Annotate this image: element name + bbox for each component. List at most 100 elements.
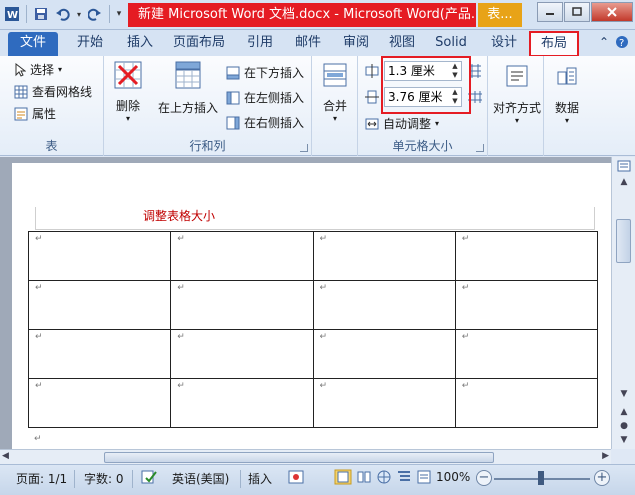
table-cell[interactable]: ↵ [312,280,456,330]
table-cell[interactable]: ↵ [27,280,172,330]
page-count[interactable]: 页面: 1/1 [16,470,67,487]
table-cell[interactable]: ↵ [454,329,599,379]
properties-button[interactable]: 属性 [14,105,56,122]
rows-columns-launcher-icon[interactable] [300,144,308,152]
table-row: ↵ ↵ ↵ ↵ [27,280,599,330]
table-row: ↵ ↵ ↵ ↵ [27,231,599,281]
tab-row-icons: ⌃ ? [599,35,629,52]
data-dropdown-icon: ▾ [564,116,569,125]
horizontal-scrollbar[interactable]: ◀ ▶ [0,449,611,464]
undo-icon[interactable] [53,4,73,24]
merge-dropdown-icon: ▾ [332,114,337,123]
data-button[interactable]: 数据 ▾ [546,64,588,125]
macro-record-icon[interactable] [288,469,304,488]
cell-size-launcher-icon[interactable] [476,144,484,152]
insert-right-icon [226,116,240,129]
table-cell[interactable]: ↵ [27,231,172,281]
svg-text:?: ? [619,38,624,49]
tab-view[interactable]: 视图 [380,32,424,56]
scroll-up-arrow-icon[interactable]: ▲ [616,177,632,191]
highlight-frame [381,56,471,114]
table-cell[interactable]: ↵ [170,231,314,281]
column-width-icon [365,90,379,104]
tab-mailings[interactable]: 邮件 [286,32,330,56]
delete-button[interactable]: 删除 ▾ [108,60,148,123]
insert-below-button[interactable]: 在下方插入 [226,64,304,81]
customize-qat-icon[interactable]: ▾ [114,4,124,24]
table-cell[interactable]: ↵ [454,280,599,330]
table-cell[interactable]: ↵ [170,329,314,379]
alignment-button[interactable]: 对齐方式 ▾ [490,64,544,125]
horizontal-scroll-thumb[interactable] [104,452,494,463]
insert-above-icon [175,61,201,89]
tab-layout[interactable]: 布局 [529,31,579,57]
tab-review[interactable]: 审阅 [334,32,378,56]
next-page-icon[interactable]: ▼ [616,435,632,449]
scroll-right-arrow-icon[interactable]: ▶ [602,451,609,461]
tab-design[interactable]: 设计 [482,32,526,56]
web-layout-icon[interactable] [376,469,392,488]
table-cell[interactable]: ↵ [27,378,172,428]
word-count[interactable]: 字数: 0 [84,470,124,487]
undo-dropdown-icon[interactable]: ▾ [75,4,83,24]
table-cell[interactable]: ↵ [170,378,314,428]
group-data: 数据 ▾ [544,56,590,156]
insert-mode-indicator[interactable]: 插入 [248,470,272,487]
table-row: ↵ ↵ ↵ ↵ [27,378,599,428]
help-icon[interactable]: ? [615,35,629,52]
ruler-toggle-icon[interactable] [616,160,632,174]
insert-left-button[interactable]: 在左侧插入 [226,89,304,106]
save-icon[interactable] [31,4,51,24]
outline-view-icon[interactable] [396,469,412,488]
view-gridlines-button[interactable]: 查看网格线 [14,83,92,100]
select-browse-object-icon[interactable]: ● [616,421,632,435]
tab-insert[interactable]: 插入 [118,32,162,56]
redo-icon[interactable] [85,4,105,24]
print-layout-view-icon[interactable] [334,469,352,488]
draft-view-icon[interactable] [416,469,432,488]
proofing-icon[interactable] [140,469,158,488]
insert-above-button[interactable]: 在上方插入 [156,60,220,116]
table-cell[interactable]: ↵ [312,329,456,379]
vertical-scroll-thumb[interactable] [616,219,631,263]
vertical-scrollbar[interactable]: ▲ ▼ ▲ ● ▼ [611,157,635,449]
tab-file[interactable]: 文件 [8,32,58,56]
zoom-slider-knob[interactable] [538,471,544,485]
table-cell[interactable]: ↵ [312,231,456,281]
window-title: 新建 Microsoft Word 文档.docx - Microsoft Wo… [128,3,476,27]
delete-dropdown-icon: ▾ [125,114,130,123]
zoom-level[interactable]: 100% [436,470,470,484]
table-cell[interactable]: ↵ [27,329,172,379]
zoom-out-button[interactable]: − [476,470,492,486]
title-bar: W ▾ ▾ 新建 Microsoft Word 文档.docx - Micros… [0,0,635,30]
autofit-button[interactable]: 自动调整 ▾ [365,115,439,132]
word-icon[interactable]: W [2,4,22,24]
zoom-in-button[interactable]: + [594,470,610,486]
qat-separator [26,5,27,23]
scroll-left-arrow-icon[interactable]: ◀ [2,451,9,461]
minimize-ribbon-icon[interactable]: ⌃ [599,35,609,52]
previous-page-icon[interactable]: ▲ [616,407,632,421]
select-button[interactable]: 选择 ▾ [14,61,62,78]
merge-cells-icon [323,63,347,87]
insert-left-icon [226,91,240,104]
full-screen-reading-icon[interactable] [356,469,372,488]
insert-right-button[interactable]: 在右侧插入 [226,114,304,131]
language-indicator[interactable]: 英语(美国) [172,470,229,487]
tab-references[interactable]: 引用 [238,32,282,56]
document-table: ↵ ↵ ↵ ↵ ↵ ↵ ↵ ↵ ↵ ↵ ↵ ↵ ↵ ↵ ↵ ↵ [27,231,599,428]
scroll-down-arrow-icon[interactable]: ▼ [616,389,632,403]
close-button[interactable] [591,2,633,22]
tab-page-layout[interactable]: 页面布局 [168,32,230,56]
tab-solid[interactable]: Solid [428,32,474,56]
table-cell[interactable]: ↵ [454,378,599,428]
table-cell[interactable]: ↵ [170,280,314,330]
maximize-button[interactable] [564,2,590,22]
table-cell[interactable]: ↵ [312,378,456,428]
table-cell[interactable]: ↵ [454,231,599,281]
merge-button[interactable]: 合并 ▾ [316,62,354,123]
window-controls [536,2,633,22]
qat-separator [109,5,110,23]
minimize-button[interactable] [537,2,563,22]
tab-home[interactable]: 开始 [68,32,112,56]
